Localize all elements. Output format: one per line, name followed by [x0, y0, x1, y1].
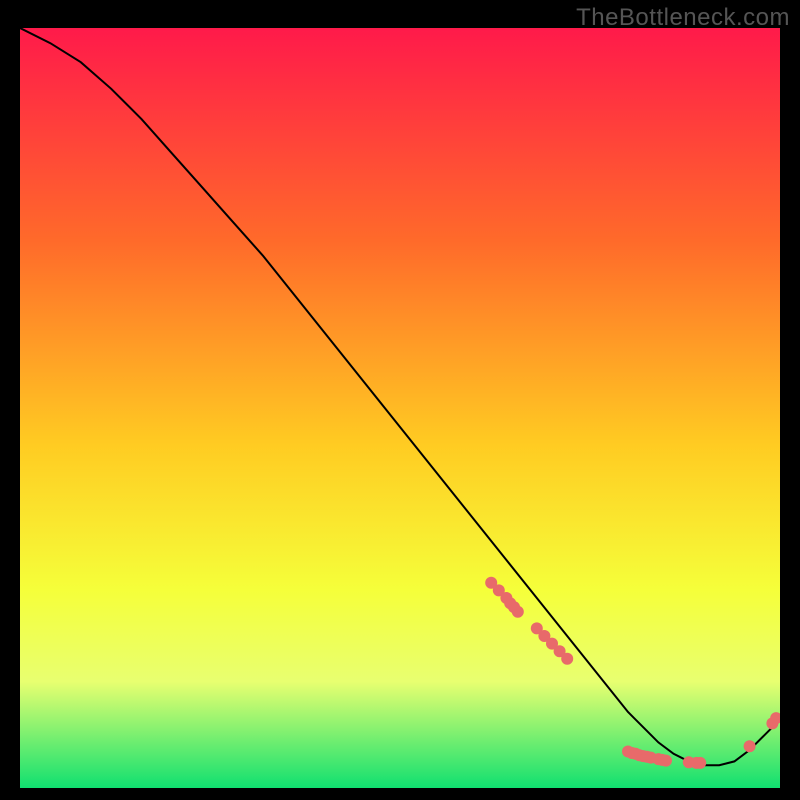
data-marker — [660, 755, 672, 767]
gradient-background — [20, 28, 780, 788]
data-marker — [694, 757, 706, 769]
plot-area — [20, 28, 780, 788]
data-marker — [561, 653, 573, 665]
data-marker — [744, 740, 756, 752]
chart-frame: TheBottleneck.com — [0, 0, 800, 800]
data-marker — [512, 606, 524, 618]
plot-svg — [20, 28, 780, 788]
